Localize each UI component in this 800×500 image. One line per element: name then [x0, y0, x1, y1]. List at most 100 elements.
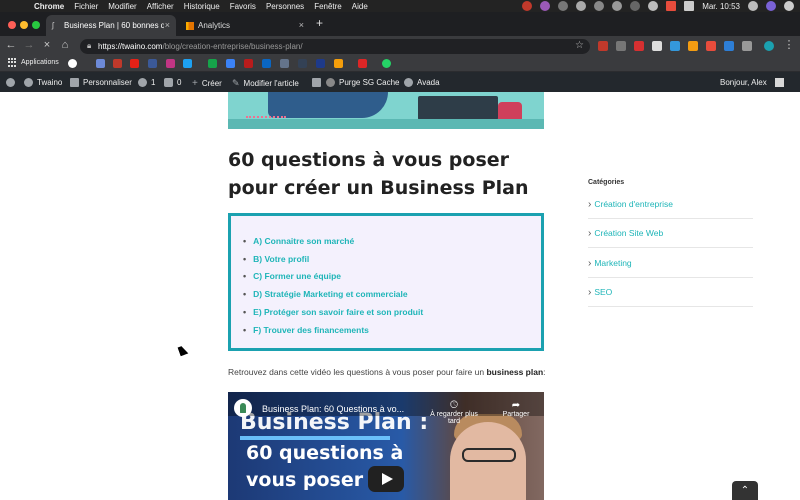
- bookmark-icon[interactable]: [226, 59, 235, 68]
- analytics-favicon-icon: [186, 22, 194, 30]
- bookmark-icon[interactable]: [358, 59, 367, 68]
- sidebar-category-marketing[interactable]: Marketing: [588, 249, 753, 278]
- scroll-to-top-button[interactable]: ⌃: [732, 481, 758, 500]
- wp-updates[interactable]: 1: [138, 78, 155, 87]
- tab-analytics[interactable]: Analytics ×: [180, 15, 310, 36]
- bookmark-icon[interactable]: [244, 59, 253, 68]
- status-app-icon[interactable]: [558, 1, 569, 11]
- toc-link[interactable]: C) Former une équipe: [243, 268, 423, 286]
- extension-icon[interactable]: [616, 41, 626, 51]
- bookmark-icon[interactable]: [113, 59, 122, 68]
- wp-comments[interactable]: 0: [164, 78, 181, 87]
- menu-app-chrome[interactable]: Chrome: [34, 2, 64, 11]
- status-app-icon[interactable]: [612, 1, 623, 11]
- home-icon[interactable]: ⌂: [58, 39, 72, 51]
- window-zoom-button[interactable]: [32, 21, 40, 29]
- menubar-clock[interactable]: Mar. 10:53: [702, 2, 740, 11]
- facebook-bookmark-icon[interactable]: [148, 59, 157, 68]
- browser-menu-icon[interactable]: ⋮: [782, 38, 796, 51]
- bookmark-icon[interactable]: [316, 59, 325, 68]
- bookmark-applications[interactable]: Applications: [8, 58, 59, 67]
- google-bookmark-icon[interactable]: [68, 59, 77, 68]
- comment-icon: [164, 78, 173, 87]
- status-app-icon[interactable]: [540, 1, 551, 11]
- share-button[interactable]: ➦ Partager: [496, 400, 536, 418]
- stop-loading-button[interactable]: ×: [40, 39, 54, 51]
- wp-site-menu[interactable]: Twaino: [24, 78, 62, 87]
- wp-purge-cache[interactable]: Purge SG Cache: [326, 78, 399, 87]
- bookmark-icon[interactable]: [280, 59, 289, 68]
- lock-icon[interactable]: 🔒︎: [87, 41, 91, 51]
- menu-personnes[interactable]: Personnes: [266, 2, 304, 11]
- menu-fenetre[interactable]: Fenêtre: [314, 2, 342, 11]
- bookmark-icon[interactable]: [208, 59, 217, 68]
- linkedin-bookmark-icon[interactable]: [262, 59, 271, 68]
- toc-link[interactable]: B) Votre profil: [243, 250, 423, 268]
- youtube-bookmark-icon[interactable]: [130, 59, 139, 68]
- extension-icon[interactable]: [742, 41, 752, 51]
- wp-account-menu[interactable]: Bonjour, Alex: [720, 78, 784, 87]
- wp-edit-post[interactable]: ✎ Modifier l'article: [232, 78, 299, 89]
- play-button[interactable]: [368, 466, 404, 492]
- extension-icon[interactable]: [724, 41, 734, 51]
- toc-link[interactable]: A) Connaitre son marché: [243, 232, 423, 250]
- sidebar-category-creation-entreprise[interactable]: Création d'entreprise: [588, 190, 753, 219]
- menu-aide[interactable]: Aide: [352, 2, 368, 11]
- bookmark-icon[interactable]: [298, 59, 307, 68]
- instagram-bookmark-icon[interactable]: [166, 59, 175, 68]
- menu-favoris[interactable]: Favoris: [230, 2, 256, 11]
- bookmark-icon[interactable]: [96, 59, 105, 68]
- status-app-icon[interactable]: [522, 1, 533, 11]
- close-tab-icon[interactable]: ×: [165, 20, 170, 30]
- youtube-video-embed[interactable]: Business Plan : 60 questions à vous pose…: [228, 392, 544, 500]
- new-tab-button[interactable]: +: [316, 16, 323, 30]
- toc-link[interactable]: D) Stratégie Marketing et commerciale: [243, 285, 423, 303]
- window-minimize-button[interactable]: [20, 21, 28, 29]
- bookmark-star-icon[interactable]: ☆: [575, 40, 584, 51]
- window-close-button[interactable]: [8, 21, 16, 29]
- pinterest-extension-icon[interactable]: [634, 41, 644, 51]
- battery-icon[interactable]: [684, 1, 695, 11]
- flag-fr-icon[interactable]: [666, 1, 677, 11]
- back-button[interactable]: ←: [4, 39, 18, 51]
- sidebar-category-creation-site-web[interactable]: Création Site Web: [588, 219, 753, 248]
- intro-end: :: [543, 367, 546, 377]
- extension-icon[interactable]: [706, 41, 716, 51]
- channel-avatar-icon[interactable]: [234, 399, 252, 417]
- video-title[interactable]: Business Plan: 60 Questions à vo...: [262, 404, 404, 414]
- wordpress-logo-icon[interactable]: [6, 78, 15, 87]
- sidebar-category-seo[interactable]: SEO: [588, 278, 753, 307]
- wp-plugin-icon[interactable]: [312, 78, 321, 87]
- url-path: /blog/creation-entreprise/business-plan/: [162, 42, 303, 51]
- wifi-icon[interactable]: [648, 1, 659, 11]
- menu-fichier[interactable]: Fichier: [74, 2, 98, 11]
- profile-avatar[interactable]: [764, 41, 774, 51]
- extension-icon[interactable]: [688, 41, 698, 51]
- wp-avada[interactable]: Avada: [404, 78, 440, 87]
- toc-link[interactable]: F) Trouver des financements: [243, 321, 423, 339]
- status-app-icon[interactable]: [594, 1, 605, 11]
- close-tab-icon[interactable]: ×: [299, 20, 304, 30]
- toc-link[interactable]: E) Protéger son savoir faire et son prod…: [243, 303, 423, 321]
- tab-business-plan[interactable]: ʃ Business Plan | 60 bonnes qu ×: [46, 15, 176, 36]
- menu-afficher[interactable]: Afficher: [147, 2, 174, 11]
- search-icon[interactable]: [748, 1, 758, 11]
- whatsapp-bookmark-icon[interactable]: [382, 59, 391, 68]
- time-machine-icon[interactable]: [630, 1, 641, 11]
- extension-icon[interactable]: [598, 41, 608, 51]
- wp-customize[interactable]: Personnaliser: [70, 78, 132, 87]
- extension-icon[interactable]: [652, 41, 662, 51]
- forward-button[interactable]: →: [22, 39, 36, 51]
- extension-icon[interactable]: [670, 41, 680, 51]
- bookmark-icon[interactable]: [334, 59, 343, 68]
- wp-greeting: Bonjour, Alex: [720, 78, 767, 87]
- menu-modifier[interactable]: Modifier: [108, 2, 136, 11]
- notification-center-icon[interactable]: [784, 1, 794, 11]
- twitter-bookmark-icon[interactable]: [183, 59, 192, 68]
- menu-historique[interactable]: Historique: [184, 2, 220, 11]
- watch-later-button[interactable]: 🕓︎ À regarder plus tard: [424, 400, 484, 425]
- cloud-icon[interactable]: [576, 1, 587, 11]
- siri-icon[interactable]: [766, 1, 776, 11]
- address-bar[interactable]: 🔒︎ https://twaino.com/blog/creation-entr…: [80, 39, 590, 54]
- wp-new-content[interactable]: + Créer: [192, 78, 222, 89]
